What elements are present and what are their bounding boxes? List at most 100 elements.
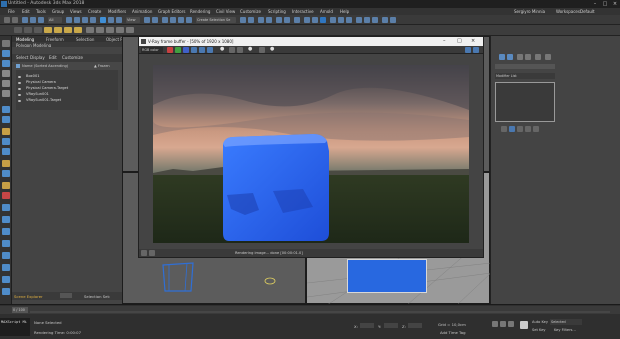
filter-cameras-icon[interactable] xyxy=(2,138,10,145)
perspective-box-object[interactable] xyxy=(347,259,427,293)
green-channel-button[interactable] xyxy=(175,47,181,53)
modifier-list-dropdown[interactable]: Modifier List xyxy=(495,73,555,79)
scene-explorer-dropdown[interactable] xyxy=(60,293,72,298)
visibility-icon[interactable] xyxy=(18,75,21,78)
menu-interactive[interactable]: Interactive xyxy=(292,9,314,14)
ribbon-tool-12-icon[interactable] xyxy=(126,27,134,33)
menu-civil-view[interactable]: Civil View xyxy=(216,9,235,14)
render-icon[interactable] xyxy=(259,47,265,53)
visibility-icon[interactable] xyxy=(18,93,21,96)
user-account[interactable]: Sergiyro Minnia xyxy=(514,9,545,14)
redo-icon[interactable] xyxy=(12,17,18,23)
rendered-frame-window-icon[interactable] xyxy=(312,17,318,23)
make-unique-icon[interactable] xyxy=(517,126,523,132)
curve-editor-icon[interactable] xyxy=(276,17,282,23)
filter-bones-icon[interactable] xyxy=(2,170,10,177)
clear-image-icon[interactable] xyxy=(207,47,213,53)
vfb-maximize-button[interactable]: □ xyxy=(457,38,462,44)
key-filters-button[interactable]: Key Filters... xyxy=(554,328,576,332)
go-to-end-icon[interactable] xyxy=(508,321,514,327)
menu-create[interactable]: Create xyxy=(88,9,101,14)
vray-light-icon[interactable] xyxy=(356,17,362,23)
ribbon-tool-5-icon[interactable] xyxy=(54,27,62,33)
menu-modifiers[interactable]: Modifiers xyxy=(108,9,126,14)
filter-toggle-icon[interactable] xyxy=(16,64,20,68)
history-icon[interactable] xyxy=(473,47,479,53)
vray-fur-icon[interactable] xyxy=(390,17,396,23)
modify-tab-icon[interactable] xyxy=(507,54,513,60)
time-slider[interactable]: 0 / 100 xyxy=(12,307,28,313)
menu-animation[interactable]: Animation xyxy=(132,9,152,14)
filter-invert-icon[interactable] xyxy=(2,288,10,295)
settings-icon[interactable] xyxy=(465,47,471,53)
region-render-icon[interactable] xyxy=(229,47,235,53)
selection-filter-dropdown[interactable]: All xyxy=(48,17,62,23)
select-tool-icon[interactable] xyxy=(2,40,10,47)
list-item[interactable]: Box001 xyxy=(16,74,118,80)
vray-render-icon[interactable] xyxy=(338,17,344,23)
timeline[interactable]: 0 / 100 xyxy=(0,306,620,314)
filter-xrefs-icon[interactable] xyxy=(2,204,10,211)
menu-group[interactable]: Group xyxy=(52,9,64,14)
vray-camera-icon[interactable] xyxy=(346,17,352,23)
hierarchy-icon[interactable] xyxy=(2,70,10,77)
set-key-icon[interactable] xyxy=(520,321,528,329)
status-icon-1[interactable] xyxy=(141,250,147,256)
utilities-tab-icon[interactable] xyxy=(545,54,551,60)
maximize-button[interactable]: □ xyxy=(600,0,610,8)
show-end-result-icon[interactable] xyxy=(509,126,515,132)
add-time-tag[interactable]: Add Time Tag xyxy=(440,330,465,335)
rotate-icon[interactable] xyxy=(108,17,114,23)
scene-explorer-icon[interactable] xyxy=(258,17,264,23)
move-icon[interactable] xyxy=(100,17,106,23)
menu-customize[interactable]: Customize xyxy=(240,9,261,14)
create-icon[interactable] xyxy=(2,50,10,57)
key-selection-dropdown[interactable]: Selected xyxy=(550,319,582,325)
scene-explorer-footer-label[interactable]: Scene Explorer xyxy=(14,294,43,299)
filter-spacewarps-icon[interactable] xyxy=(2,160,10,167)
rectangular-selection-icon[interactable] xyxy=(82,17,88,23)
align-icon[interactable] xyxy=(248,17,254,23)
set-key-button[interactable]: Set Key xyxy=(532,328,546,332)
close-button[interactable]: × xyxy=(610,0,620,8)
filter-helpers-icon[interactable] xyxy=(2,148,10,155)
filter-lights-icon[interactable] xyxy=(2,128,10,135)
red-channel-button[interactable] xyxy=(167,47,173,53)
list-item[interactable]: VRaySun001.Target xyxy=(16,98,118,104)
layer-explorer-icon[interactable] xyxy=(266,17,272,23)
filter-geometry-icon[interactable] xyxy=(2,116,10,123)
list-item[interactable]: Physical Camera.Target xyxy=(16,86,118,92)
percent-snap-icon[interactable] xyxy=(178,17,184,23)
modify-icon[interactable] xyxy=(2,60,10,67)
select-manipulate-icon[interactable] xyxy=(152,17,158,23)
menu-edit[interactable]: Edit xyxy=(22,9,30,14)
stop-render-icon[interactable]: ● xyxy=(269,46,275,53)
named-selection-sets-dropdown[interactable]: Create Selection Se xyxy=(196,17,236,23)
pin-stack-icon[interactable] xyxy=(501,126,507,132)
filter-hidden-icon[interactable] xyxy=(2,252,10,259)
column-name-header[interactable]: Name (Sorted Ascending) xyxy=(22,64,68,68)
track-mouse-icon[interactable]: ● xyxy=(219,46,225,53)
vfb-close-button[interactable]: × xyxy=(471,38,475,44)
window-crossing-icon[interactable] xyxy=(90,17,96,23)
motion-tab-icon[interactable] xyxy=(525,54,531,60)
filter-none-icon[interactable] xyxy=(2,276,10,283)
bind-space-warp-icon[interactable] xyxy=(38,17,44,23)
ribbon-tool-3-icon[interactable] xyxy=(34,27,42,33)
maxscript-listener[interactable]: MAXScript Mi xyxy=(0,318,30,336)
filter-all-icon[interactable] xyxy=(2,264,10,271)
menu-graph-editors[interactable]: Graph Editors xyxy=(158,9,185,14)
auto-key-button[interactable]: Auto Key xyxy=(532,320,548,324)
ribbon-tool-6-icon[interactable] xyxy=(64,27,72,33)
vray-proxy-icon[interactable] xyxy=(372,17,378,23)
ribbon-tool-4-icon[interactable] xyxy=(44,27,52,33)
visibility-icon[interactable] xyxy=(18,81,21,84)
y-coord-field[interactable] xyxy=(384,323,398,328)
status-icon-2[interactable] xyxy=(149,250,155,256)
load-image-icon[interactable] xyxy=(199,47,205,53)
ribbon-tool-2-icon[interactable] xyxy=(24,27,32,33)
column-frozen-header[interactable]: ▲ Frozen xyxy=(94,64,110,68)
vray-plane-icon[interactable] xyxy=(382,17,388,23)
vray-sun-icon[interactable] xyxy=(364,17,370,23)
menu-scripting[interactable]: Scripting xyxy=(268,9,286,14)
